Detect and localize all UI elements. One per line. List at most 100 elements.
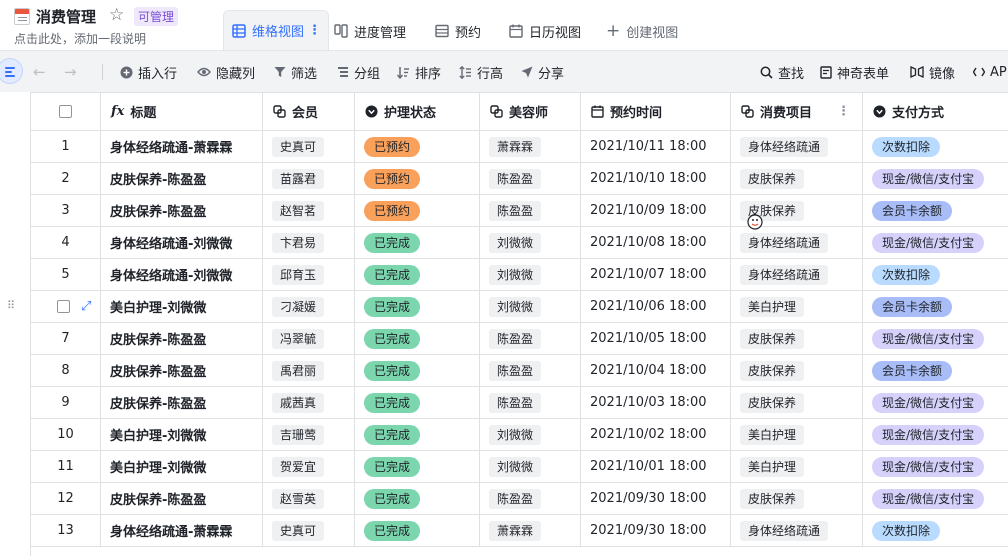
cell-beautician[interactable]: 刘微微 xyxy=(480,259,581,291)
cell-status[interactable]: 已完成 xyxy=(355,323,480,355)
cell-beautician[interactable]: 刘微微 xyxy=(480,451,581,483)
cell-time[interactable]: 2021/10/10 18:00 xyxy=(581,163,731,195)
table-row[interactable]: 2 皮肤保养-陈盈盈 苗露君 已预约 陈盈盈 2021/10/10 18:00 皮肤保养 现金… xyxy=(31,163,1008,195)
cell-status[interactable]: 已完成 xyxy=(355,483,480,515)
cell-payment[interactable]: 现金/微信/支付宝 xyxy=(863,387,1008,419)
table-row[interactable]: 7 皮肤保养-陈盈盈 冯翠毓 已完成 陈盈盈 2021/10/05 18:00 皮肤保养 现金… xyxy=(31,323,1008,355)
cell-status[interactable]: 已完成 xyxy=(355,259,480,291)
table-row[interactable]: 5 身体经络疏通-刘微微 邱育玉 已完成 刘微微 2021/10/07 18:00 身体经络… xyxy=(31,259,1008,291)
cell-beautician[interactable]: 刘微微 xyxy=(480,419,581,451)
cell-payment[interactable]: 现金/微信/支付宝 xyxy=(863,323,1008,355)
cell-status[interactable]: 已完成 xyxy=(355,451,480,483)
api-button[interactable]: AP xyxy=(973,51,1007,93)
cell-time[interactable]: 2021/09/30 18:00 xyxy=(581,483,731,515)
cell-item[interactable]: 美白护理 xyxy=(731,291,863,323)
expand-record-icon[interactable]: ⤢ xyxy=(81,299,91,314)
cell-member[interactable]: 禹君丽 xyxy=(263,355,355,387)
magic-form-button[interactable]: 神奇表单 xyxy=(820,51,889,93)
cell-member[interactable]: 吉珊莺 xyxy=(263,419,355,451)
group-button[interactable]: 分组 xyxy=(337,51,380,93)
cell-title[interactable]: 美白护理-刘微微 xyxy=(101,451,263,483)
cell-time[interactable]: 2021/10/11 18:00 xyxy=(581,131,731,163)
datasheet-description[interactable]: 点击此处，添加一段说明 xyxy=(14,30,146,47)
cell-time[interactable]: 2021/10/05 18:00 xyxy=(581,323,731,355)
cell-status[interactable]: 已完成 xyxy=(355,355,480,387)
cell-payment[interactable]: 次数扣除 xyxy=(863,259,1008,291)
find-button[interactable]: 查找 xyxy=(760,51,804,93)
cell-time[interactable]: 2021/10/07 18:00 xyxy=(581,259,731,291)
cell-item[interactable]: 皮肤保养 xyxy=(731,163,863,195)
column-header-item[interactable]: 消费项目 ⋮ xyxy=(731,93,863,131)
cell-payment[interactable]: 现金/微信/支付宝 xyxy=(863,419,1008,451)
datasheet-title[interactable]: 消费管理 xyxy=(36,6,96,27)
column-header-beautician[interactable]: 美容师 xyxy=(480,93,581,131)
cell-title[interactable]: 皮肤保养-陈盈盈 xyxy=(101,355,263,387)
cell-payment[interactable]: 现金/微信/支付宝 xyxy=(863,163,1008,195)
cell-time[interactable]: 2021/10/04 18:00 xyxy=(581,355,731,387)
cell-payment[interactable]: 会员卡余额 xyxy=(863,355,1008,387)
cell-payment[interactable]: 现金/微信/支付宝 xyxy=(863,451,1008,483)
cell-payment[interactable]: 会员卡余额 xyxy=(863,195,1008,227)
cell-item[interactable]: 皮肤保养 xyxy=(731,355,863,387)
sidebar-toggle-button[interactable] xyxy=(0,58,23,84)
drag-handle-icon[interactable]: ⠿ xyxy=(7,299,15,312)
cell-time[interactable]: 2021/10/08 18:00 xyxy=(581,227,731,259)
star-icon[interactable]: ☆ xyxy=(109,5,124,25)
select-all-checkbox[interactable] xyxy=(59,105,72,118)
cell-item[interactable]: 皮肤保养 xyxy=(731,323,863,355)
table-row[interactable]: ⠿ ⤢ 美白护理-刘微微 刁凝媛 已完成 刘微微 2021/10/06 18:00 美白护理 会… xyxy=(7,291,1008,323)
cell-title[interactable]: 皮肤保养-陈盈盈 xyxy=(101,195,263,227)
cell-member[interactable]: 史真可 xyxy=(263,131,355,163)
tab-grid-view[interactable]: 维格视图 ⋮ xyxy=(223,10,330,50)
cell-beautician[interactable]: 陈盈盈 xyxy=(480,163,581,195)
cell-item[interactable]: 皮肤保养 xyxy=(731,387,863,419)
filter-button[interactable]: 筛选 xyxy=(274,51,317,93)
cell-beautician[interactable]: 陈盈盈 xyxy=(480,483,581,515)
mirror-button[interactable]: 镜像 xyxy=(910,51,955,93)
cell-member[interactable]: 刁凝媛 xyxy=(263,291,355,323)
table-row[interactable]: 10 美白护理-刘微微 吉珊莺 已完成 刘微微 2021/10/02 18:00 美白护理 现… xyxy=(31,419,1008,451)
cell-time[interactable]: 2021/10/09 18:00 xyxy=(581,195,731,227)
table-row[interactable]: 13 身体经络疏通-萧霖霖 史真可 已完成 萧霖霖 2021/09/30 18:00 身体经… xyxy=(31,515,1008,547)
table-row[interactable]: 8 皮肤保养-陈盈盈 禹君丽 已完成 陈盈盈 2021/10/04 18:00 皮肤保养 会员… xyxy=(31,355,1008,387)
cell-member[interactable]: 邱育玉 xyxy=(263,259,355,291)
more-icon[interactable]: ⋮ xyxy=(308,23,321,38)
cell-beautician[interactable]: 陈盈盈 xyxy=(480,355,581,387)
cell-beautician[interactable]: 刘微微 xyxy=(480,291,581,323)
cell-item[interactable]: 身体经络疏通 xyxy=(731,259,863,291)
cell-status[interactable]: 已完成 xyxy=(355,387,480,419)
table-row[interactable]: 9 皮肤保养-陈盈盈 戚茜真 已完成 陈盈盈 2021/10/03 18:00 皮肤保养 现金… xyxy=(31,387,1008,419)
cell-item[interactable]: 身体经络疏通 xyxy=(731,515,863,547)
cell-member[interactable]: 赵智茗 xyxy=(263,195,355,227)
cell-item[interactable]: 皮肤保养 xyxy=(731,483,863,515)
cell-title[interactable]: 皮肤保养-陈盈盈 xyxy=(101,387,263,419)
cell-title[interactable]: 身体经络疏通-刘微微 xyxy=(101,259,263,291)
tab-gallery[interactable]: 预约 xyxy=(435,12,481,50)
table-row[interactable]: 4 身体经络疏通-刘微微 卞君易 已完成 刘微微 2021/10/08 18:00 身体经络… xyxy=(31,227,1008,259)
cell-beautician[interactable]: 陈盈盈 xyxy=(480,323,581,355)
cell-beautician[interactable]: 陈盈盈 xyxy=(480,195,581,227)
sort-button[interactable]: 排序 xyxy=(397,51,441,93)
column-header-member[interactable]: 会员 xyxy=(263,93,355,131)
cell-title[interactable]: 美白护理-刘微微 xyxy=(101,419,263,451)
column-menu-icon[interactable]: ⋮ xyxy=(837,104,850,119)
table-row[interactable]: 1 身体经络疏通-萧霖霖 史真可 已预约 萧霖霖 2021/10/11 18:00 身体经络… xyxy=(31,131,1008,163)
cell-payment[interactable]: 会员卡余额 xyxy=(863,291,1008,323)
cell-member[interactable]: 冯翠毓 xyxy=(263,323,355,355)
redo-icon[interactable]: → xyxy=(64,51,77,93)
cell-title[interactable]: 身体经络疏通-萧霖霖 xyxy=(101,131,263,163)
cell-status[interactable]: 已预约 xyxy=(355,131,480,163)
cell-member[interactable]: 贺爱宜 xyxy=(263,451,355,483)
cell-beautician[interactable]: 萧霖霖 xyxy=(480,131,581,163)
insert-row-button[interactable]: 插入行 xyxy=(120,51,177,93)
cell-item[interactable]: 身体经络疏通 xyxy=(731,227,863,259)
cell-item[interactable]: 身体经络疏通 xyxy=(731,131,863,163)
share-button[interactable]: 分享 xyxy=(521,51,564,93)
cell-member[interactable]: 卞君易 xyxy=(263,227,355,259)
cell-status[interactable]: 已预约 xyxy=(355,195,480,227)
cell-payment[interactable]: 现金/微信/支付宝 xyxy=(863,483,1008,515)
cell-title[interactable]: 皮肤保养-陈盈盈 xyxy=(101,483,263,515)
cell-payment[interactable]: 现金/微信/支付宝 xyxy=(863,227,1008,259)
row-checkbox[interactable] xyxy=(57,300,70,313)
cell-item[interactable]: 美白护理 xyxy=(731,451,863,483)
